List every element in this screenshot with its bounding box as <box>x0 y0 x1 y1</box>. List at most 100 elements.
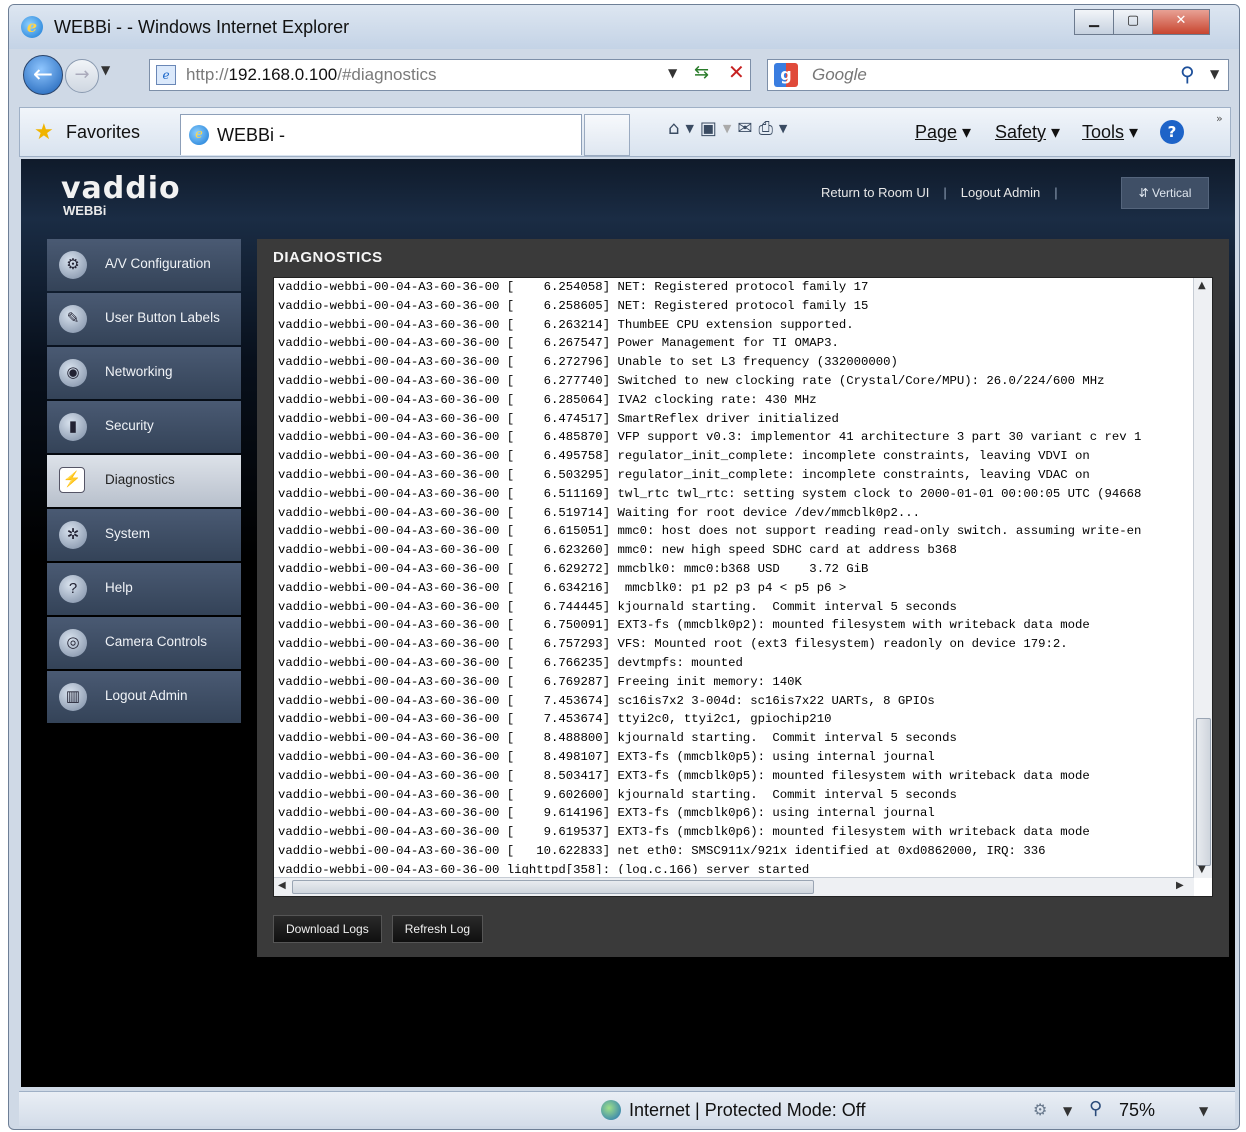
log-line: vaddio-webbi-00-04-A3-60-36-00 [ 6.25405… <box>278 280 869 294</box>
safety-menu[interactable]: Safety ▾ <box>995 122 1060 143</box>
panel-title: DIAGNOSTICS <box>273 249 383 266</box>
link-divider: | <box>943 185 947 200</box>
tools-menu[interactable]: Tools ▾ <box>1082 122 1138 143</box>
log-line: vaddio-webbi-00-04-A3-60-36-00 [ 7.45367… <box>278 693 935 708</box>
link-divider: | <box>1054 185 1058 200</box>
tab-title: WEBBi - <box>217 125 286 145</box>
page-menu[interactable]: Page ▾ <box>915 122 971 143</box>
new-tab-button[interactable] <box>584 114 630 156</box>
zoom-icon[interactable]: ⚲ <box>1089 1098 1102 1119</box>
more-commands-icon[interactable]: » <box>1216 112 1223 125</box>
vertical-layout-button[interactable]: ⇵ Vertical <box>1121 177 1209 209</box>
log-line: vaddio-webbi-00-04-A3-60-36-00 [ 6.62927… <box>278 561 869 576</box>
title-bar: e WEBBi - - Windows Internet Explorer ▁ … <box>9 5 1239 49</box>
av-config-icon: ⚙ <box>59 251 87 279</box>
log-content: vaddio-webbi-00-04-A3-60-36-00 [ 6.25405… <box>274 278 1186 874</box>
log-line: vaddio-webbi-00-04-A3-60-36-00 [ 6.75729… <box>278 637 1068 652</box>
print-icon[interactable]: ⎙ <box>758 118 772 140</box>
help-menu-icon[interactable]: ? <box>1160 120 1184 144</box>
home-icon[interactable]: ⌂ <box>668 118 679 140</box>
sidebar-item-networking[interactable]: ◉ Networking <box>47 347 241 399</box>
security-zone-text[interactable]: Internet | Protected Mode: Off <box>629 1100 865 1121</box>
log-line: vaddio-webbi-00-04-A3-60-36-00 [ 6.27279… <box>278 355 898 370</box>
sidebar-item-help[interactable]: ? Help <box>47 563 241 615</box>
favorites-button[interactable]: Favorites <box>66 122 140 143</box>
mail-icon[interactable]: ✉ <box>737 118 752 140</box>
log-line: vaddio-webbi-00-04-A3-60-36-00 [ 9.61419… <box>278 806 935 821</box>
address-url[interactable]: http://192.168.0.100/#diagnostics <box>186 65 436 85</box>
scroll-down-icon[interactable]: ▼ <box>1198 864 1206 875</box>
log-line: vaddio-webbi-00-04-A3-60-36-00 [ 8.49810… <box>278 749 935 764</box>
log-line: vaddio-webbi-00-04-A3-60-36-00 [ 6.76928… <box>278 674 802 689</box>
feeds-dropdown-icon[interactable]: ▼ <box>723 118 731 140</box>
sidebar-item-user-button-labels[interactable]: ✎ User Button Labels <box>47 293 241 345</box>
horizontal-scrollbar[interactable]: ◀ ▶ <box>274 877 1194 896</box>
help-icon: ? <box>59 575 87 603</box>
logout-icon: ▥ <box>59 683 87 711</box>
sidebar-item-security[interactable]: ▮ Security <box>47 401 241 453</box>
sidebar-item-system[interactable]: ✲ System <box>47 509 241 561</box>
maximize-button[interactable]: ▢ <box>1113 9 1153 35</box>
scroll-left-icon[interactable]: ◀ <box>278 880 286 891</box>
search-box[interactable]: g Google ⚲ ▼ <box>767 59 1229 91</box>
status-dropdown-icon[interactable]: ▼ <box>1063 1104 1072 1118</box>
ie-logo-icon: e <box>21 16 43 38</box>
log-line: vaddio-webbi-00-04-A3-60-36-00 [ 7.45367… <box>278 712 832 727</box>
search-icon[interactable]: ⚲ <box>1180 62 1195 86</box>
recent-pages-dropdown-icon[interactable]: ▼ <box>101 63 117 77</box>
return-to-room-ui-link[interactable]: Return to Room UI <box>821 185 929 200</box>
sidebar-item-camera-controls[interactable]: ◎ Camera Controls <box>47 617 241 669</box>
close-window-button[interactable]: ✕ <box>1152 9 1210 35</box>
vertical-layout-icon: ⇵ <box>1138 186 1153 200</box>
webbi-label: WEBBi <box>63 203 107 218</box>
sidebar-item-label: Security <box>105 418 154 433</box>
home-dropdown-icon[interactable]: ▼ <box>685 118 693 140</box>
download-logs-button[interactable]: Download Logs <box>273 915 382 943</box>
log-line: vaddio-webbi-00-04-A3-60-36-00 [ 6.25860… <box>278 298 869 313</box>
pen-icon: ✎ <box>59 305 87 333</box>
vertical-scroll-thumb[interactable] <box>1196 718 1211 866</box>
sidebar-item-label: System <box>105 526 151 541</box>
log-line: vaddio-webbi-00-04-A3-60-36-00 [ 8.50341… <box>278 768 1090 783</box>
address-dropdown-icon[interactable]: ▼ <box>668 66 677 80</box>
vaddio-logo: vaddio <box>61 171 181 206</box>
search-input[interactable]: Google <box>812 65 867 85</box>
zoom-level[interactable]: 75% <box>1119 1100 1155 1121</box>
refresh-icon[interactable]: ⇆ <box>694 62 709 83</box>
feeds-icon[interactable]: ▣ <box>700 118 717 140</box>
log-line: vaddio-webbi-00-04-A3-60-36-00 [ 6.51116… <box>278 486 1142 501</box>
horizontal-scroll-thumb[interactable] <box>292 880 814 894</box>
browser-tab[interactable]: e WEBBi - <box>180 114 582 155</box>
logout-admin-link[interactable]: Logout Admin <box>961 185 1041 200</box>
window-controls: ▁ ▢ ✕ <box>1074 9 1210 35</box>
sidebar-item-label: Camera Controls <box>105 634 208 649</box>
favorites-star-icon[interactable]: ★ <box>34 120 54 145</box>
back-button[interactable]: ← <box>23 55 63 95</box>
log-line: vaddio-webbi-00-04-A3-60-36-00 [ 6.76623… <box>278 655 743 670</box>
minimize-button[interactable]: ▁ <box>1074 9 1114 35</box>
vertical-scrollbar[interactable]: ▲ ▼ <box>1193 278 1212 878</box>
forward-button[interactable]: → <box>65 59 99 93</box>
zoom-dropdown-icon[interactable]: ▼ <box>1199 1104 1208 1118</box>
page-icon: e <box>156 65 176 85</box>
log-line: vaddio-webbi-00-04-A3-60-36-00 [ 6.27774… <box>278 373 1105 388</box>
log-line: vaddio-webbi-00-04-A3-60-36-00 [ 6.47451… <box>278 411 839 426</box>
sidebar-item-logout-admin[interactable]: ▥ Logout Admin <box>47 671 241 723</box>
address-bar[interactable]: e http://192.168.0.100/#diagnostics ▼ ⇆ … <box>149 59 751 91</box>
log-line: vaddio-webbi-00-04-A3-60-36-00 [ 6.26321… <box>278 317 854 332</box>
print-dropdown-icon[interactable]: ▼ <box>779 118 787 140</box>
window-title: WEBBi - - Windows Internet Explorer <box>54 17 350 37</box>
sidebar-item-av-configuration[interactable]: ⚙ A/V Configuration <box>47 239 241 291</box>
scroll-up-icon[interactable]: ▲ <box>1198 280 1206 291</box>
sidebar-item-diagnostics[interactable]: ⚡ Diagnostics <box>47 455 241 507</box>
sidebar: ⚙ A/V Configuration ✎ User Button Labels… <box>47 239 241 725</box>
stop-icon[interactable]: ✕ <box>728 60 745 84</box>
log-line: vaddio-webbi-00-04-A3-60-36-00 [ 6.28506… <box>278 392 817 407</box>
protected-mode-icon[interactable]: ⚙ <box>1033 1100 1047 1119</box>
network-icon: ◉ <box>59 359 87 387</box>
search-dropdown-icon[interactable]: ▼ <box>1210 67 1219 81</box>
scroll-right-icon[interactable]: ▶ <box>1176 880 1184 891</box>
log-textarea[interactable]: vaddio-webbi-00-04-A3-60-36-00 [ 6.25405… <box>273 277 1213 897</box>
refresh-log-button[interactable]: Refresh Log <box>391 915 484 943</box>
log-line: vaddio-webbi-00-04-A3-60-36-00 [ 6.74444… <box>278 599 957 614</box>
